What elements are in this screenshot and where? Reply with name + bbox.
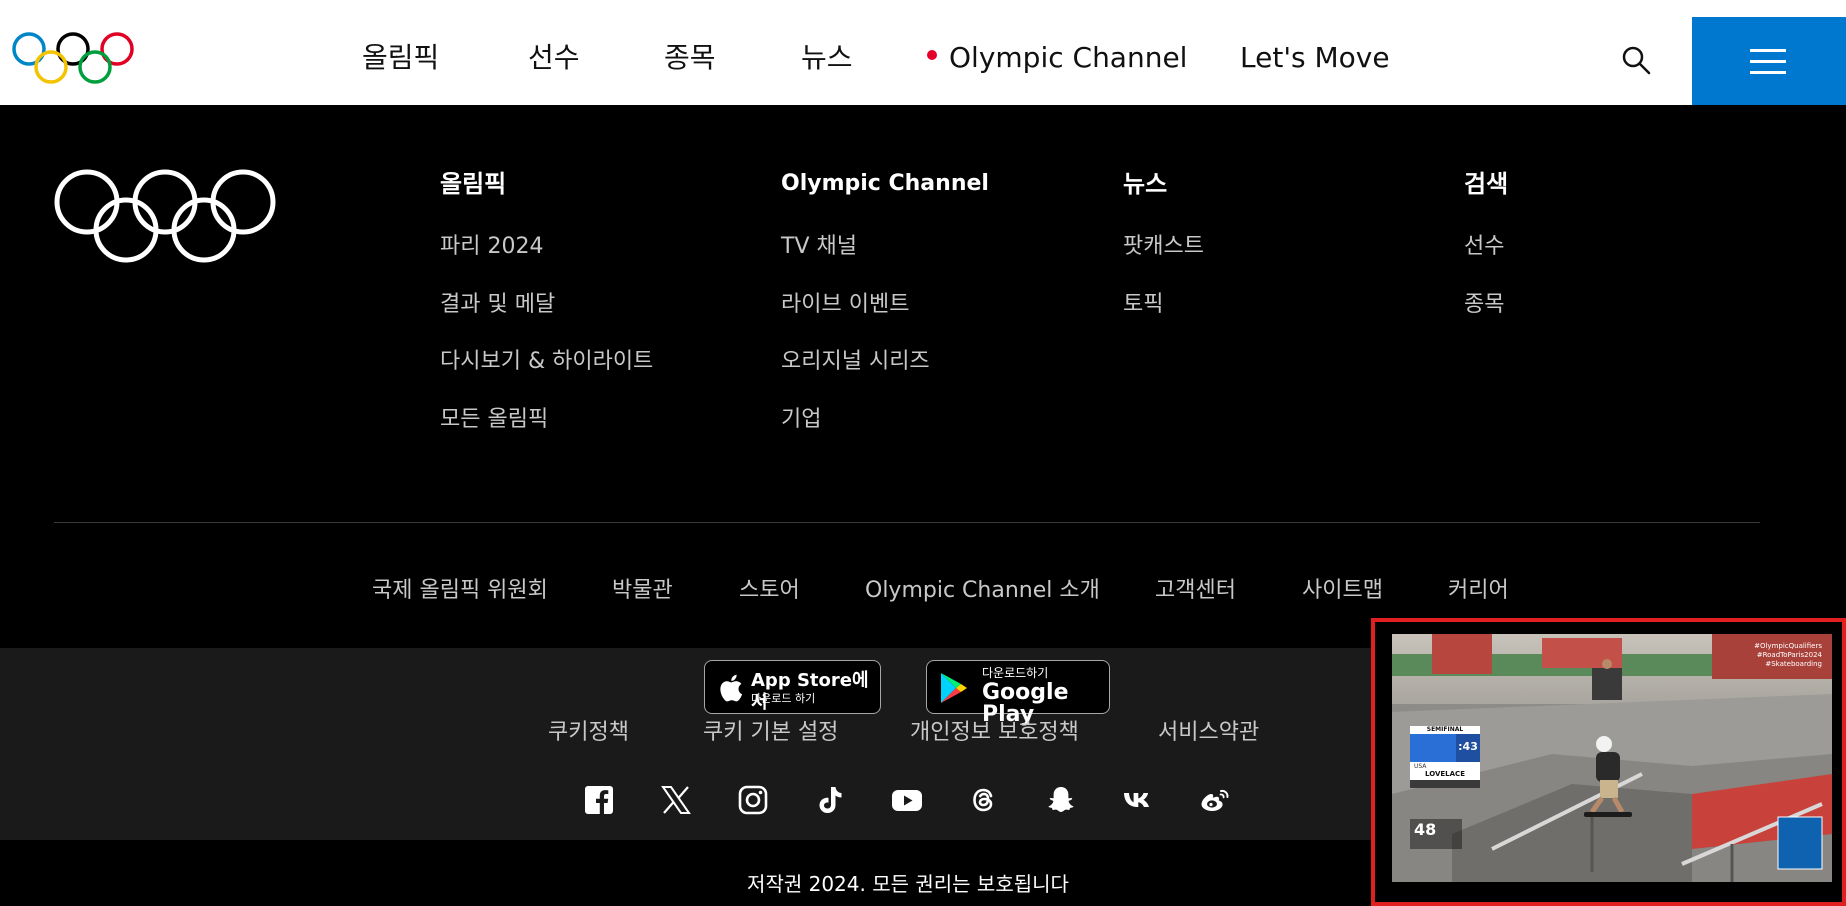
link-help-center[interactable]: 고객센터 [1155, 572, 1236, 604]
footer-link[interactable]: 팟캐스트 [1123, 228, 1204, 260]
link-privacy-policy[interactable]: 개인정보 보호정책 [910, 714, 1079, 746]
video-round-label: SEMIFINAL [1426, 726, 1464, 733]
nav-olympics[interactable]: 올림픽 [362, 38, 439, 78]
link-terms[interactable]: 서비스약관 [1158, 714, 1259, 746]
nav-olympic-channel[interactable]: Olympic Channel [927, 38, 1187, 78]
footer-link[interactable]: 오리지널 시리즈 [781, 343, 930, 375]
menu-bar [1750, 49, 1786, 52]
google-play-icon [941, 673, 967, 703]
menu-bar [1750, 71, 1786, 74]
search-icon[interactable] [1620, 44, 1652, 76]
video-hashtag: #Skateboarding [1765, 660, 1822, 668]
footer-link[interactable]: 기업 [781, 401, 821, 433]
footer-column-title[interactable]: 뉴스 [1123, 164, 1167, 199]
scoreboard-overlay [1410, 726, 1480, 788]
link-cookie-settings[interactable]: 쿠키 기본 설정 [703, 714, 838, 746]
link-museum[interactable]: 박물관 [612, 572, 673, 604]
footer-divider [54, 522, 1760, 523]
nav-sports[interactable]: 종목 [664, 38, 716, 78]
x-icon[interactable] [660, 784, 692, 816]
footer-link[interactable]: 종목 [1464, 286, 1504, 318]
video-athlete-country: USA [1414, 763, 1427, 770]
threads-icon[interactable] [968, 784, 1000, 816]
video-hashtags: #OlympicQualifiers #RoadToParis2024 #Ska… [1754, 642, 1822, 669]
footer-link[interactable]: 다시보기 & 하이라이트 [440, 343, 653, 375]
nav-athletes[interactable]: 선수 [528, 38, 580, 78]
link-store[interactable]: 스토어 [739, 572, 800, 604]
weibo-icon[interactable] [1199, 784, 1231, 816]
video-hashtag: #OlympicQualifiers [1754, 642, 1822, 650]
youtube-icon[interactable] [891, 784, 923, 816]
snapchat-icon[interactable] [1045, 784, 1077, 816]
google-play-badge[interactable]: 다운로드하기 Google Play [926, 660, 1110, 726]
nav-olympic-channel-label: Olympic Channel [949, 41, 1188, 74]
hamburger-menu-icon[interactable] [1692, 17, 1846, 105]
google-play-line1: 다운로드하기 [982, 666, 1049, 680]
footer-column-title[interactable]: 검색 [1464, 164, 1508, 199]
footer-link[interactable]: 결과 및 메달 [440, 286, 555, 318]
link-ioc[interactable]: 국제 올림픽 위원회 [372, 572, 548, 604]
video-athlete-name: LOVELACE [1425, 770, 1465, 778]
menu-bar [1750, 60, 1786, 63]
video-corner-number: 48 [1414, 820, 1437, 839]
olympic-rings-logo-footer[interactable] [54, 164, 276, 268]
facebook-icon[interactable] [583, 784, 615, 816]
skateboarding-scene [1392, 634, 1832, 882]
footer-link[interactable]: 라이브 이벤트 [781, 286, 909, 318]
live-dot-icon [927, 50, 937, 60]
link-careers[interactable]: 커리어 [1448, 572, 1509, 604]
nav-lets-move[interactable]: Let's Move [1240, 38, 1390, 78]
video-hashtag: #RoadToParis2024 [1756, 651, 1822, 659]
footer-link[interactable]: 토픽 [1123, 286, 1163, 318]
apple-icon [720, 674, 743, 702]
link-olympic-channel-about[interactable]: Olympic Channel 소개 [865, 572, 1100, 604]
link-cookie-policy[interactable]: 쿠키정책 [548, 714, 629, 746]
olympic-rings-logo[interactable] [12, 30, 134, 90]
video-time-label: :43 [1458, 740, 1478, 753]
tiktok-icon[interactable] [814, 784, 846, 816]
footer-link[interactable]: 모든 올림픽 [440, 401, 548, 433]
video-thumbnail[interactable]: SEMIFINAL :43 USA LOVELACE 48 #OlympicQu… [1392, 634, 1832, 882]
site-header: 올림픽 선수 종목 뉴스 Olympic Channel Let's Move [0, 0, 1846, 105]
link-sitemap[interactable]: 사이트맵 [1302, 572, 1383, 604]
app-store-badge[interactable]: App Store에서 다운로드 하기 [704, 660, 881, 714]
app-store-line2: 다운로드 하기 [751, 692, 816, 705]
footer-link[interactable]: TV 채널 [781, 228, 857, 260]
footer-column-title[interactable]: Olympic Channel [781, 171, 989, 196]
nav-news[interactable]: 뉴스 [801, 38, 853, 78]
footer-link[interactable]: 선수 [1464, 228, 1504, 260]
instagram-icon[interactable] [737, 784, 769, 816]
vk-icon[interactable] [1122, 784, 1154, 816]
footer-column-title[interactable]: 올림픽 [440, 164, 506, 199]
footer-link[interactable]: 파리 2024 [440, 228, 543, 260]
